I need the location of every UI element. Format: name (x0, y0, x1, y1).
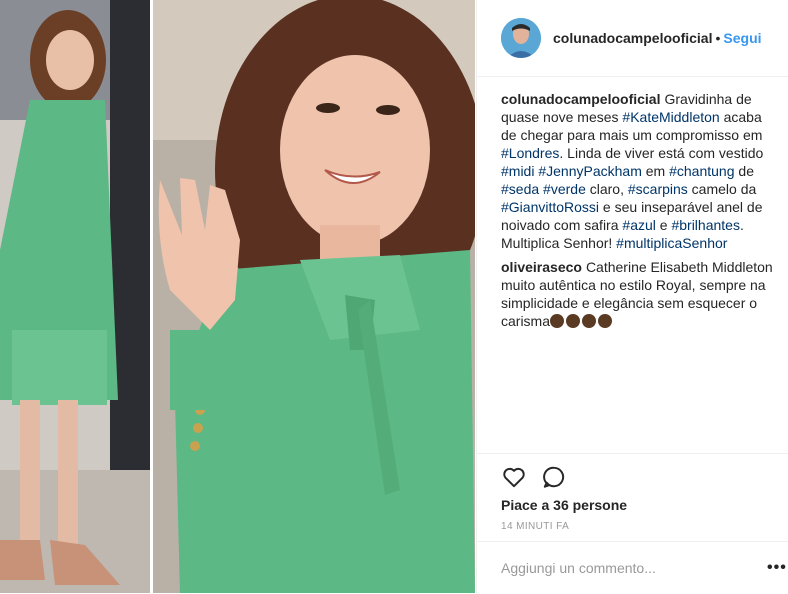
hashtag-link[interactable]: #seda (501, 181, 539, 197)
photo-collage (0, 0, 475, 593)
caption-text-segment: . Linda de viver está com vestido (559, 145, 764, 161)
post-header: colunadocampelooficial • Segui (477, 0, 788, 77)
caption-text-segment: claro, (585, 181, 628, 197)
caption-text-segment: de (734, 163, 754, 179)
caption-text-segment: e (655, 217, 672, 233)
hashtag-link[interactable]: #Londres (501, 145, 559, 161)
caption-text-segment: camelo da (687, 181, 757, 197)
clapping-hands-icon (566, 314, 581, 328)
comment-emojis (550, 313, 614, 329)
add-comment-bar: ••• (477, 541, 788, 594)
hashtag-link[interactable]: #verde (543, 181, 586, 197)
caption: colunadocampelooficial Gravidinha de quas… (501, 90, 773, 252)
avatar[interactable] (501, 18, 541, 58)
comments-list: colunadocampelooficial Gravidinha de quas… (501, 90, 773, 336)
caption-text-segment: em (641, 163, 670, 179)
avatar-image (501, 18, 541, 58)
hashtag-link[interactable]: #chantung (669, 163, 734, 179)
likes-count[interactable]: Piace a 36 persone (501, 497, 627, 513)
clapping-hands-icon (582, 314, 597, 328)
more-options-icon[interactable]: ••• (767, 560, 787, 576)
post-photo[interactable] (0, 0, 475, 593)
caption-username[interactable]: colunadocampelooficial (501, 91, 660, 107)
action-bar (477, 453, 788, 488)
hashtag-link[interactable]: #GianvittoRossi (501, 199, 599, 215)
follow-button[interactable]: Segui (723, 30, 761, 46)
hashtag-link[interactable]: #KateMiddleton (622, 109, 719, 125)
clapping-hands-icon (550, 314, 565, 328)
heart-icon[interactable] (501, 464, 527, 490)
header-separator: • (715, 30, 721, 46)
hashtag-link[interactable]: #brilhantes (671, 217, 740, 233)
comment-item: oliveiraseco Catherine Elisabeth Middleto… (501, 258, 773, 330)
hashtag-link[interactable]: #midi (501, 163, 534, 179)
hashtag-link[interactable]: #multiplicaSenhor (616, 235, 727, 251)
hashtag-link[interactable]: #scarpins (628, 181, 688, 197)
add-comment-input[interactable] (501, 558, 741, 578)
hashtag-link[interactable]: #JennyPackham (538, 163, 642, 179)
header-line: colunadocampelooficial • Segui (553, 30, 762, 46)
caption-text: Gravidinha de quase nove meses #KateMidd… (501, 91, 763, 251)
hashtag-link[interactable]: #azul (622, 217, 655, 233)
header-username[interactable]: colunadocampelooficial (553, 30, 712, 46)
post-timestamp[interactable]: 14 minuti fa (501, 521, 569, 532)
comment-username[interactable]: oliveiraseco (501, 259, 582, 275)
post-side-panel: colunadocampelooficial • Segui colunadocam… (476, 0, 788, 593)
clapping-hands-icon (598, 314, 613, 328)
comment-bubble-icon[interactable] (541, 464, 567, 490)
